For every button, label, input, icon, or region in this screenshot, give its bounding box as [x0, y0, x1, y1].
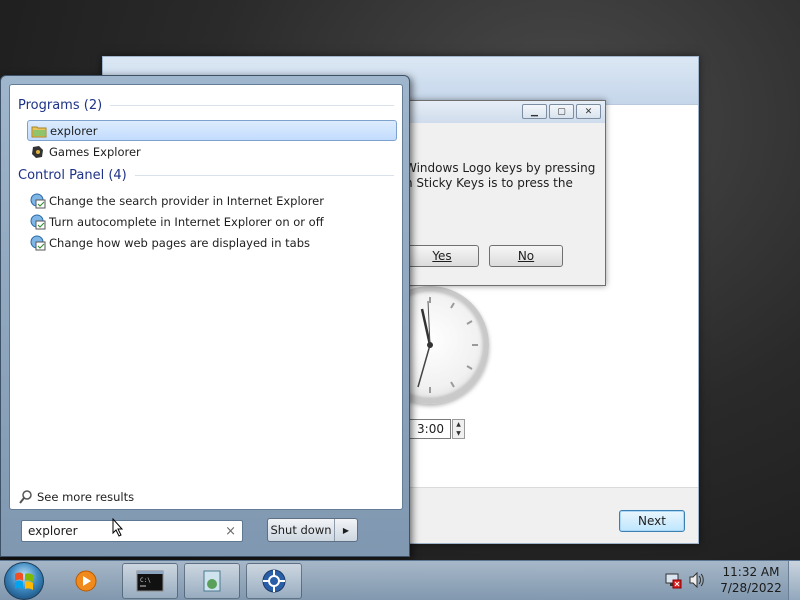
- mouse-cursor-icon: [112, 518, 124, 537]
- shutdown-button: Shut down ▶: [267, 518, 358, 542]
- result-explorer[interactable]: explorer: [27, 120, 397, 141]
- network-warning-icon[interactable]: [664, 571, 682, 592]
- clear-search-icon[interactable]: ×: [225, 524, 236, 539]
- control-panel-header-label: Control Panel (4): [18, 168, 127, 183]
- search-input[interactable]: explorer ×: [21, 520, 243, 542]
- start-button[interactable]: [4, 562, 44, 600]
- close-icon[interactable]: ✕: [576, 104, 601, 119]
- result-label: Turn autocomplete in Internet Explorer o…: [49, 214, 324, 229]
- search-value: explorer: [28, 524, 78, 538]
- internet-options-icon: [30, 235, 46, 251]
- dialog-message: Windows Logo keys by pressing n Sticky K…: [405, 161, 596, 190]
- yes-button[interactable]: Yes: [405, 245, 479, 267]
- result-label: Games Explorer: [49, 144, 141, 159]
- shutdown-label[interactable]: Shut down: [268, 519, 335, 541]
- media-player-icon[interactable]: [66, 563, 106, 599]
- see-more-results-link[interactable]: See more results: [18, 489, 134, 505]
- show-desktop-button[interactable]: [788, 561, 800, 600]
- result-label: explorer: [50, 123, 98, 138]
- setup-icon[interactable]: [184, 563, 240, 599]
- windows-logo-icon: [15, 572, 33, 590]
- control-panel-header: Control Panel (4): [18, 168, 394, 183]
- minimize-icon[interactable]: ▁: [522, 104, 547, 119]
- taskbar: C:\ 11:32 AM 7/28/2022: [0, 560, 800, 600]
- volume-icon[interactable]: [688, 571, 706, 592]
- programs-header: Programs (2): [18, 98, 394, 113]
- internet-options-icon: [30, 193, 46, 209]
- no-label: No: [517, 249, 535, 263]
- search-icon: [18, 489, 34, 505]
- network-icon[interactable]: [246, 563, 302, 599]
- result-label: Change how web pages are displayed in ta…: [49, 235, 310, 250]
- start-menu: Programs (2) explorer Games Explorer Con…: [0, 75, 410, 557]
- programs-header-label: Programs (2): [18, 98, 103, 113]
- folder-icon: [31, 123, 47, 139]
- result-label: Change the search provider in Internet E…: [49, 193, 324, 208]
- shutdown-options-icon[interactable]: ▶: [335, 519, 357, 541]
- see-more-label: See more results: [37, 490, 135, 504]
- internet-options-icon: [30, 214, 46, 230]
- result-tabs[interactable]: Change how web pages are displayed in ta…: [27, 232, 397, 253]
- taskbar-clock[interactable]: 11:32 AM 7/28/2022: [716, 564, 786, 596]
- games-icon: [30, 144, 46, 160]
- yes-label: Yes: [432, 249, 452, 263]
- clock-time: 11:32 AM: [722, 565, 780, 579]
- result-search-provider[interactable]: Change the search provider in Internet E…: [27, 190, 397, 211]
- result-games-explorer[interactable]: Games Explorer: [27, 141, 397, 162]
- time-spinner[interactable]: ▲ ▼: [452, 419, 465, 439]
- maximize-icon[interactable]: ▢: [549, 104, 574, 119]
- no-button[interactable]: No: [489, 245, 563, 267]
- clock-date: 7/28/2022: [720, 581, 782, 595]
- command-prompt-icon[interactable]: C:\: [122, 563, 178, 599]
- next-button[interactable]: Next: [619, 510, 685, 532]
- result-autocomplete[interactable]: Turn autocomplete in Internet Explorer o…: [27, 211, 397, 232]
- search-results-panel: Programs (2) explorer Games Explorer Con…: [9, 84, 403, 510]
- svg-text:C:\: C:\: [140, 577, 151, 584]
- system-tray: [664, 571, 706, 592]
